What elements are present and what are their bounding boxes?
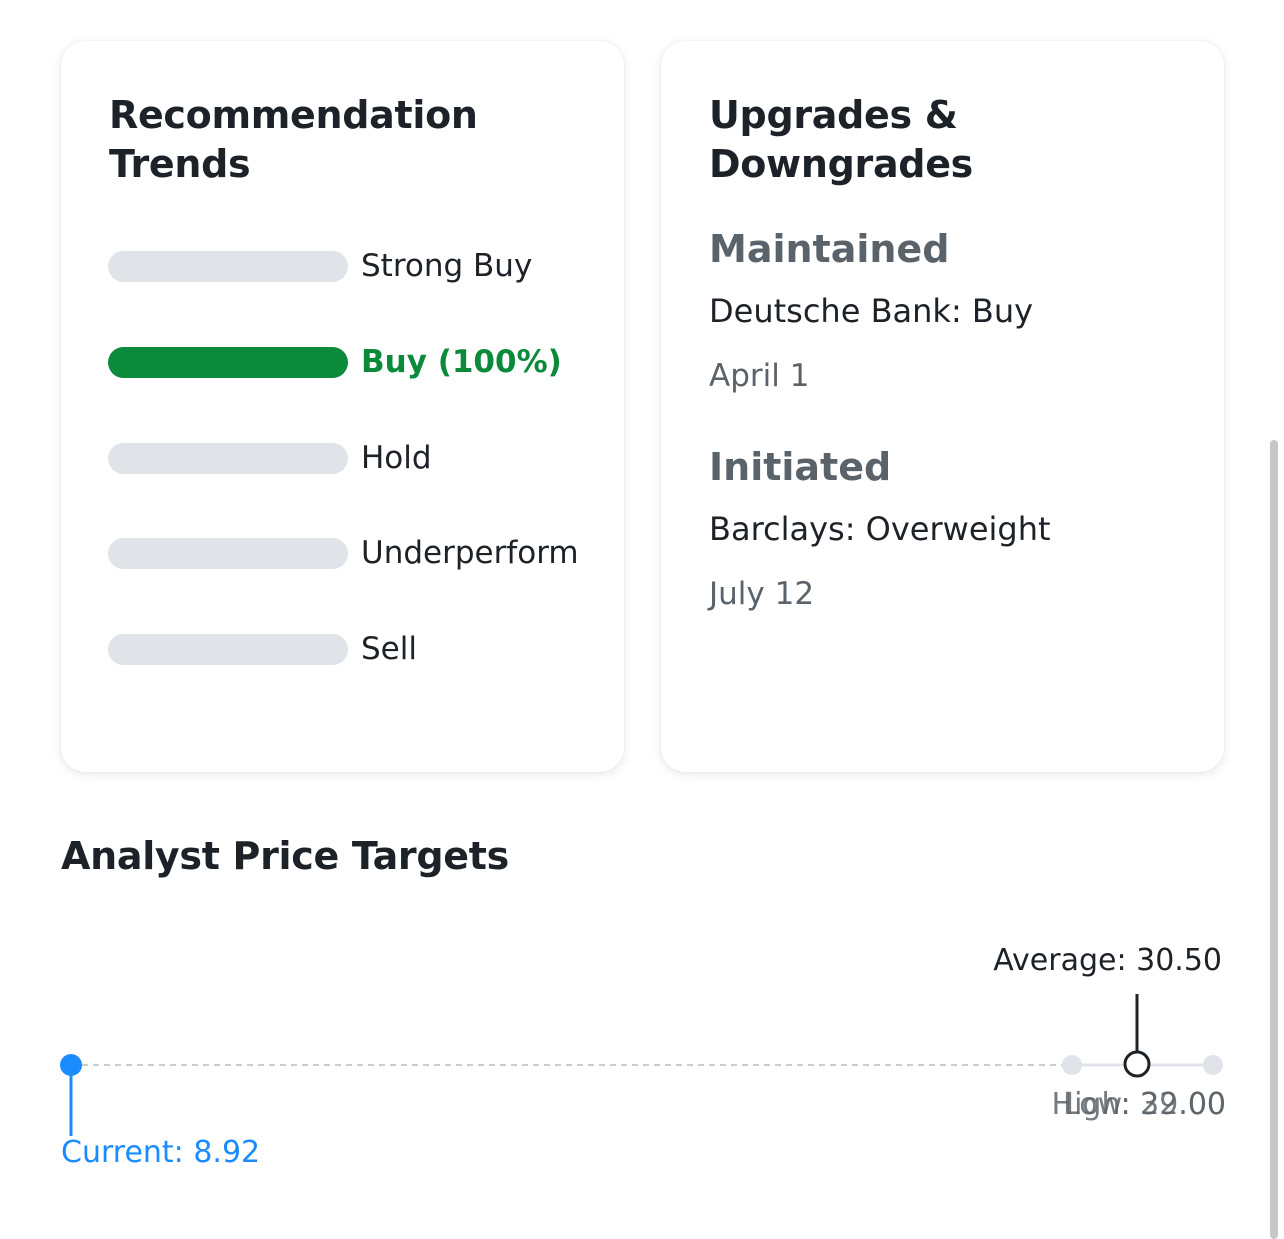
recommendation-trends-card: Recommendation Trends Strong Buy Buy (10… xyxy=(61,41,624,772)
vertical-scrollbar[interactable] xyxy=(1270,440,1278,1239)
trend-label: Sell xyxy=(361,631,417,667)
ud-date: April 1 xyxy=(709,358,810,394)
upgrades-downgrades-title: Upgrades & Downgrades xyxy=(709,93,973,186)
trend-label: Buy (100%) xyxy=(361,344,562,380)
trend-label: Strong Buy xyxy=(361,248,533,284)
trend-row-underperform: Underperform xyxy=(108,533,579,573)
upgrades-downgrades-card: Upgrades & Downgrades Maintained Deutsch… xyxy=(661,41,1224,772)
ud-firm: Deutsche Bank: Buy xyxy=(709,292,1034,330)
trend-row-sell: Sell xyxy=(108,629,417,669)
trend-label: Hold xyxy=(361,440,432,476)
ud-action: Maintained xyxy=(709,227,950,271)
average-target-marker xyxy=(1123,1050,1151,1078)
ud-firm: Barclays: Overweight xyxy=(709,510,1051,548)
price-targets-title: Analyst Price Targets xyxy=(61,834,509,878)
ud-date: July 12 xyxy=(709,576,815,612)
trend-bar xyxy=(108,346,348,378)
trend-label: Underperform xyxy=(361,535,579,571)
trend-bar xyxy=(108,537,348,569)
high-target-marker xyxy=(1203,1055,1223,1075)
page: Recommendation Trends Strong Buy Buy (10… xyxy=(0,0,1284,1239)
recommendation-trends-title: Recommendation Trends xyxy=(109,93,478,186)
trend-bar xyxy=(108,442,348,474)
low-target-marker xyxy=(1062,1055,1082,1075)
trend-row-hold: Hold xyxy=(108,438,432,478)
current-price-label: Current: 8.92 xyxy=(61,1135,261,1170)
ud-action: Initiated xyxy=(709,445,892,489)
average-target-label: Average: 30.50 xyxy=(993,943,1222,978)
trend-row-strong-buy: Strong Buy xyxy=(108,246,532,286)
trend-row-buy: Buy (100%) xyxy=(108,342,562,382)
trend-bar xyxy=(108,250,348,282)
current-price-marker xyxy=(60,1054,82,1076)
low-target-label: Low: 29.00 xyxy=(1063,1087,1226,1122)
trend-bar xyxy=(108,633,348,665)
